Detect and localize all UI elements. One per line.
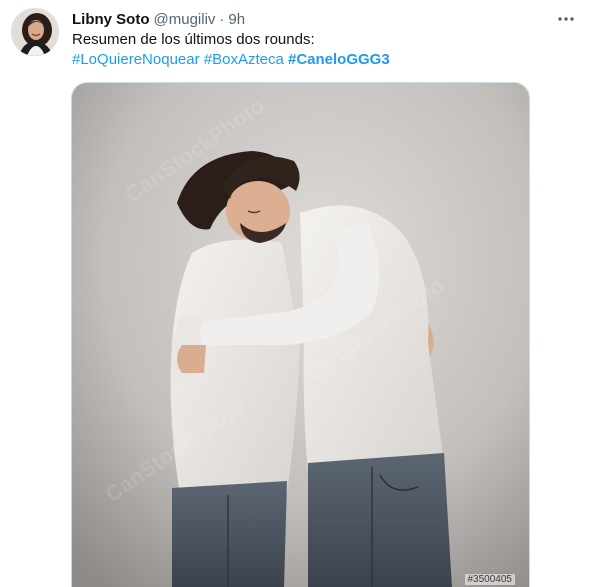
avatar-image bbox=[11, 8, 59, 56]
hashtag-boxazteca[interactable]: #BoxAzteca bbox=[204, 51, 284, 68]
hashtag-line: #LoQuiereNoquear #BoxAzteca #CaneloGGG3 bbox=[72, 50, 572, 70]
stock-id-label: #3500405 bbox=[464, 574, 515, 585]
hug-photo: CanStockPhoto CanStockPhoto CanStockPhot… bbox=[72, 83, 529, 587]
more-options-icon bbox=[558, 17, 574, 21]
tweet-text: Resumen de los últimos dos rounds: #LoQu… bbox=[72, 30, 572, 70]
avatar[interactable] bbox=[11, 8, 59, 56]
separator-dot: · bbox=[219, 10, 225, 28]
tweet-header: Libny Soto @mugiliv · 9h bbox=[72, 9, 245, 29]
tweet-body: Resumen de los últimos dos rounds: bbox=[72, 31, 315, 48]
author-handle[interactable]: @mugiliv bbox=[154, 11, 216, 28]
tweet: Libny Soto @mugiliv · 9h Resumen de los … bbox=[0, 0, 591, 587]
tweet-time[interactable]: 9h bbox=[228, 11, 245, 28]
author-name[interactable]: Libny Soto bbox=[72, 11, 150, 28]
tweet-photo[interactable]: CanStockPhoto CanStockPhoto CanStockPhot… bbox=[71, 82, 530, 587]
hashtag-caneloggg3[interactable]: #CaneloGGG3 bbox=[288, 51, 390, 68]
hashtag-loquierenoquear[interactable]: #LoQuiereNoquear bbox=[72, 51, 200, 68]
more-options-button[interactable] bbox=[555, 8, 577, 30]
